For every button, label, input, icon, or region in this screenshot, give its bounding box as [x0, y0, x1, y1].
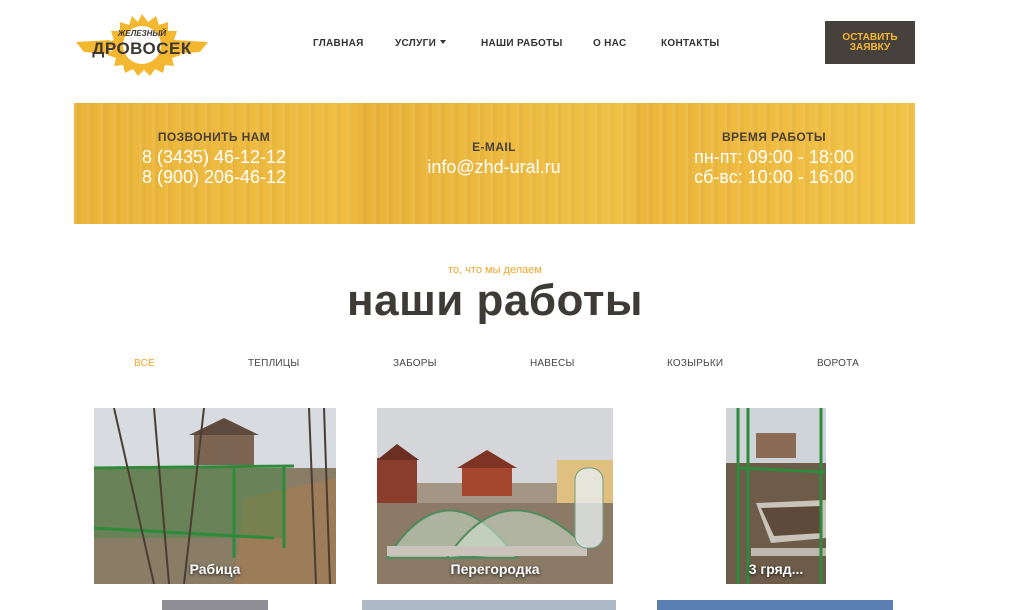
work-card[interactable]: [657, 600, 893, 610]
work-caption: Перегородка: [450, 561, 540, 577]
page-title: наши работы: [347, 276, 643, 325]
request-button-line2: ЗАЯВКУ: [849, 41, 891, 53]
filter-awnings[interactable]: КОЗЫРЬКИ: [667, 358, 723, 369]
work-card[interactable]: [162, 600, 268, 610]
nav-services-label: УСЛУГИ: [395, 38, 437, 49]
caret-down-icon: [440, 40, 447, 44]
request-button[interactable]: ОСТАВИТЬ ЗАЯВКУ: [825, 21, 915, 64]
phone-label: ПОЗВОНИТЬ НАМ: [157, 130, 271, 144]
work-photo-greenhouse: [377, 408, 613, 584]
email-label: E-MAIL: [472, 140, 516, 154]
work-card[interactable]: 3 гряд...: [726, 408, 826, 584]
filter-fences[interactable]: ЗАБОРЫ: [393, 358, 437, 369]
nav-services[interactable]: УСЛУГИ: [395, 38, 447, 49]
work-card[interactable]: Рабица: [94, 408, 336, 584]
email-block: E-MAIL info@zhd-ural.ru: [354, 103, 634, 224]
work-card[interactable]: Перегородка: [377, 408, 613, 584]
email-link[interactable]: info@zhd-ural.ru: [354, 157, 634, 177]
request-button-line1: ОСТАВИТЬ: [842, 31, 898, 43]
section-eyebrow: то, что мы делаем: [448, 264, 542, 276]
work-caption: 3 гряд...: [748, 561, 804, 577]
hours-block: ВРЕМЯ РАБОТЫ пн-пт: 09:00 - 18:00 сб-вс:…: [634, 103, 914, 224]
filter-canopies[interactable]: НАВЕСЫ: [530, 358, 575, 369]
work-photo-fence: [94, 408, 336, 584]
nav-contacts[interactable]: КОНТАКТЫ: [661, 38, 719, 49]
work-caption: Рабица: [189, 561, 241, 577]
phone-2[interactable]: 8 (900) 206-46-12: [74, 167, 354, 187]
contact-band: ПОЗВОНИТЬ НАМ 8 (3435) 46-12-12 8 (900) …: [74, 103, 915, 224]
hours-weekdays: пн-пт: 09:00 - 18:00: [694, 147, 854, 167]
phone-block: ПОЗВОНИТЬ НАМ 8 (3435) 46-12-12 8 (900) …: [74, 103, 354, 224]
filter-greenhouses[interactable]: ТЕПЛИЦЫ: [248, 358, 299, 369]
work-photo-beds: [726, 408, 826, 584]
work-card[interactable]: [362, 600, 616, 610]
filter-gates[interactable]: ВОРОТА: [817, 358, 859, 369]
hours-weekend: сб-вс: 10:00 - 16:00: [694, 167, 854, 187]
nav-about[interactable]: О НАС: [593, 38, 626, 49]
nav-home[interactable]: ГЛАВНАЯ: [313, 38, 364, 49]
filter-all[interactable]: ВСЕ: [134, 358, 155, 369]
hours-label: ВРЕМЯ РАБОТЫ: [721, 130, 827, 144]
phone-1[interactable]: 8 (3435) 46-12-12: [74, 147, 354, 167]
nav-works[interactable]: НАШИ РАБОТЫ: [481, 38, 563, 49]
brand-line1: ЖЕЛЕЗНЫЙ: [117, 29, 167, 38]
